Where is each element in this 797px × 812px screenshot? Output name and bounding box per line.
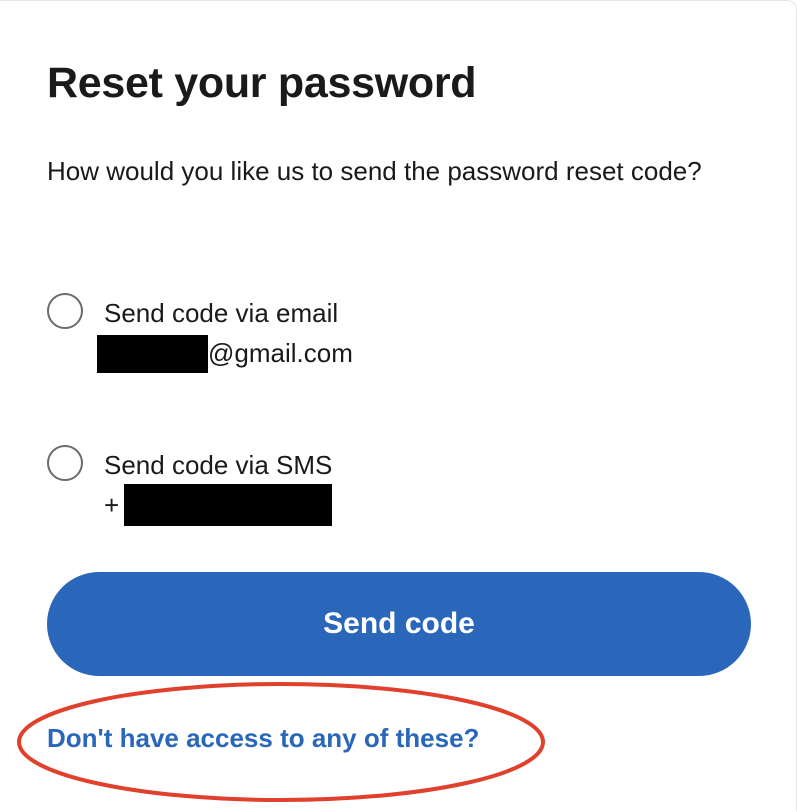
sms-radio-button[interactable] (47, 445, 83, 481)
reset-prompt: How would you like us to send the passwo… (47, 156, 702, 186)
phone-prefix: + (104, 490, 120, 520)
email-option-label: Send code via email (104, 298, 339, 328)
phone-redaction (124, 484, 332, 526)
option-email[interactable]: Send code via email @gmail.com (47, 293, 747, 383)
email-domain: @gmail.com (208, 338, 353, 368)
email-radio-button[interactable] (47, 293, 83, 329)
reset-password-card: Reset your password How would you like u… (0, 0, 797, 811)
option-sms[interactable]: Send code via SMS + (47, 445, 747, 535)
no-access-link[interactable]: Don't have access to any of these? (47, 723, 479, 754)
page-title: Reset your password (47, 59, 477, 107)
email-redaction (97, 335, 208, 373)
sms-option-label: Send code via SMS (104, 450, 333, 480)
send-code-button[interactable]: Send code (47, 572, 751, 676)
highlight-annotation (17, 682, 545, 802)
